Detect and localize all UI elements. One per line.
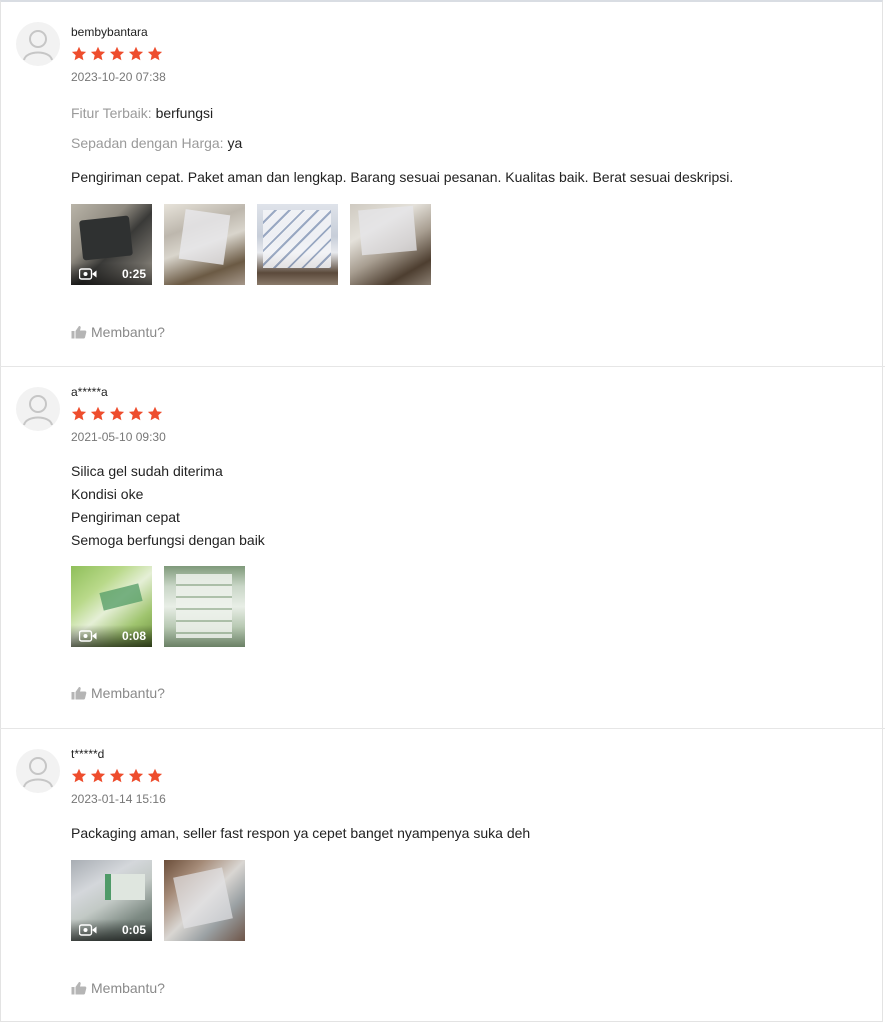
review-media: 0:08 — [71, 566, 865, 647]
review-media: 0:05 — [71, 860, 865, 941]
avatar[interactable] — [16, 22, 60, 66]
helpful-label: Membantu? — [91, 685, 165, 701]
avatar[interactable] — [16, 749, 60, 793]
star-icon — [109, 46, 125, 61]
review-image-thumbnail[interactable] — [164, 860, 245, 941]
star-icon — [90, 768, 106, 783]
thumbs-up-icon — [71, 326, 87, 339]
review-text-line: Kondisi oke — [71, 486, 144, 502]
rating-stars — [71, 406, 865, 424]
review-text: Packaging aman, seller fast respon ya ce… — [71, 822, 865, 845]
review-image-thumbnail[interactable] — [164, 204, 245, 285]
star-icon — [109, 406, 125, 421]
review-text-line: Semoga berfungsi dengan baik — [71, 532, 265, 548]
star-icon — [71, 768, 87, 783]
review-video-thumbnail[interactable]: 0:05 — [71, 860, 152, 941]
video-camera-icon — [79, 268, 97, 280]
review-username[interactable]: bembybantara — [71, 24, 865, 40]
review-username[interactable]: a*****a — [71, 384, 865, 400]
review-item: a*****a 2021-05-10 09:30 Silica gel suda… — [0, 367, 885, 729]
review-date: 2023-01-14 15:16 — [71, 792, 166, 806]
user-avatar-icon — [23, 395, 53, 426]
video-duration: 0:05 — [121, 923, 146, 937]
thumbs-up-icon — [71, 982, 87, 995]
star-icon — [71, 406, 87, 421]
review-image-thumbnail[interactable] — [164, 566, 245, 647]
star-icon — [147, 46, 163, 61]
attribute-label: Sepadan dengan Harga: — [71, 135, 224, 151]
review-video-thumbnail[interactable]: 0:08 — [71, 566, 152, 647]
review-date: 2023-10-20 07:38 — [71, 70, 166, 84]
star-icon — [147, 406, 163, 421]
review-text-line: Pengiriman cepat. Paket aman dan lengkap… — [71, 169, 734, 185]
review-text-line: Packaging aman, seller fast respon ya ce… — [71, 825, 531, 841]
attribute-best-feature: Fitur Terbaik: berfungsi — [71, 104, 865, 122]
review-date: 2021-05-10 09:30 — [71, 430, 166, 444]
user-avatar-icon — [23, 757, 53, 788]
star-icon — [147, 768, 163, 783]
attribute-label: Fitur Terbaik: — [71, 105, 152, 121]
avatar[interactable] — [16, 387, 60, 431]
review-username[interactable]: t*****d — [71, 746, 865, 762]
helpful-button[interactable]: Membantu? — [71, 980, 165, 996]
video-camera-icon — [79, 924, 97, 936]
review-item: t*****d 2023-01-14 15:16 Packaging aman,… — [0, 729, 885, 1022]
attribute-value: berfungsi — [155, 105, 214, 121]
rating-stars — [71, 46, 865, 64]
video-duration: 0:25 — [121, 267, 146, 281]
review-video-thumbnail[interactable]: 0:25 — [71, 204, 152, 285]
star-icon — [109, 768, 125, 783]
star-icon — [71, 46, 87, 61]
review-text: Silica gel sudah diterima Kondisi oke Pe… — [71, 460, 865, 552]
helpful-label: Membantu? — [91, 324, 165, 340]
star-icon — [128, 406, 144, 421]
review-media: 0:25 — [71, 204, 865, 285]
review-item: bembybantara 2023-10-20 07:38 Fitur Terb… — [0, 0, 885, 367]
review-image-thumbnail[interactable] — [350, 204, 431, 285]
helpful-button[interactable]: Membantu? — [71, 685, 165, 701]
helpful-label: Membantu? — [91, 980, 165, 996]
star-icon — [90, 46, 106, 61]
review-text-line: Pengiriman cepat — [71, 509, 180, 525]
helpful-button[interactable]: Membantu? — [71, 324, 165, 340]
star-icon — [90, 406, 106, 421]
video-camera-icon — [79, 630, 97, 642]
attribute-value: ya — [227, 135, 243, 151]
review-image-thumbnail[interactable] — [257, 204, 338, 285]
star-icon — [128, 768, 144, 783]
video-duration: 0:08 — [121, 629, 146, 643]
thumbs-up-icon — [71, 687, 87, 700]
user-avatar-icon — [23, 30, 53, 61]
review-text-line: Silica gel sudah diterima — [71, 463, 223, 479]
attribute-value-for-price: Sepadan dengan Harga: ya — [71, 134, 865, 152]
star-icon — [128, 46, 144, 61]
review-text: Pengiriman cepat. Paket aman dan lengkap… — [71, 166, 865, 189]
rating-stars — [71, 768, 865, 786]
